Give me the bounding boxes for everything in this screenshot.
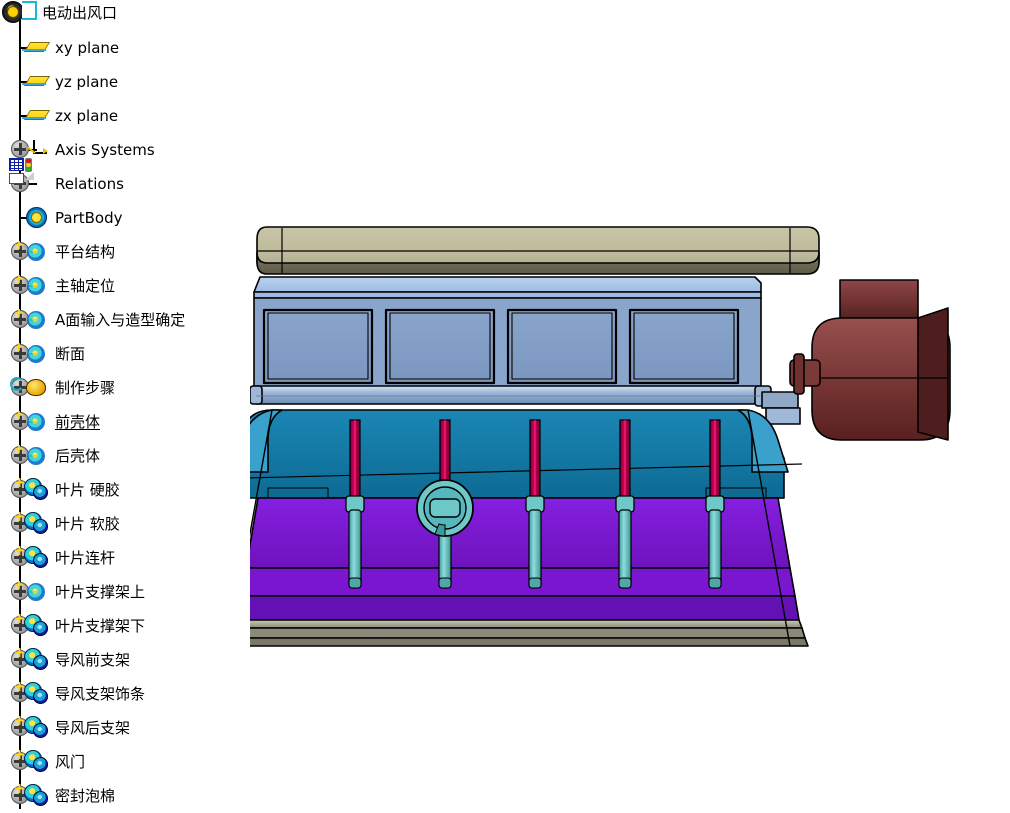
tree-item-label: 断面: [55, 344, 86, 363]
geometrical-set-icon: [24, 444, 52, 468]
tree-item-label: 风门: [55, 752, 86, 771]
tree-item-label: yz plane: [55, 72, 119, 91]
geometrical-set-icon: [24, 274, 52, 298]
tree-item-label: zx plane: [55, 106, 119, 125]
tree-item-label: PartBody: [55, 208, 123, 227]
tree-item-label: 导风支架饰条: [55, 684, 146, 703]
plane-icon: [23, 104, 52, 128]
tree-item-label: 后壳体: [55, 446, 101, 465]
body-set-icon: [15, 716, 52, 740]
3d-viewport[interactable]: [250, 0, 1010, 809]
tree-item-label: 叶片 软胶: [55, 514, 120, 533]
plane-icon: [23, 70, 52, 94]
tree-item-label: 叶片连杆: [55, 548, 116, 567]
specification-tree[interactable]: 电动出风口 xy plane yz plane zx plane Axis Syste…: [0, 0, 250, 809]
body-set-icon: [15, 614, 52, 638]
tree-item-label: xy plane: [55, 38, 120, 57]
body-set-icon: [15, 546, 52, 570]
geometrical-set-icon: [24, 342, 52, 366]
ordered-set-icon: [10, 376, 52, 400]
part-gear-icon: [2, 1, 24, 23]
geometrical-set-icon: [24, 580, 52, 604]
geometrical-set-icon: [24, 240, 52, 264]
tree-item-label: 导风前支架: [55, 650, 131, 669]
tree-item-label: 叶片支撑架上: [55, 582, 146, 601]
body-set-icon: [15, 682, 52, 706]
tree-item-label: Axis Systems: [55, 140, 155, 159]
tree-item-label: 制作步骤: [55, 378, 116, 397]
tree-item-label: 叶片支撑架下: [55, 616, 146, 635]
tree-item-label: 密封泡棉: [55, 786, 116, 805]
central-hub: [416, 479, 474, 537]
relations-icon: [9, 158, 52, 196]
tree-item-label: 平台结构: [55, 242, 116, 261]
geometrical-set-icon: [24, 410, 52, 434]
model-drawing: [250, 226, 951, 647]
body-set-icon: [15, 512, 52, 536]
body-set-icon: [15, 784, 52, 808]
tree-item-label: Relations: [55, 174, 124, 193]
body-set-icon: [15, 750, 52, 774]
tree-item-label: 前壳体: [55, 412, 101, 431]
document-bracket-icon: [22, 1, 37, 20]
part-body-icon: [24, 206, 52, 230]
tree-item-label: A面输入与造型确定: [55, 310, 186, 329]
tree-item-label: 主轴定位: [55, 276, 116, 295]
tree-root-node[interactable]: 电动出风口: [2, 0, 117, 24]
body-set-icon: [15, 648, 52, 672]
geometrical-set-icon: [24, 308, 52, 332]
root-label: 电动出风口: [42, 3, 118, 22]
plane-icon: [23, 36, 52, 60]
body-set-icon: [15, 478, 52, 502]
tree-item-label: 导风后支架: [55, 718, 131, 737]
tree-item-label: 叶片 硬胶: [55, 480, 120, 499]
